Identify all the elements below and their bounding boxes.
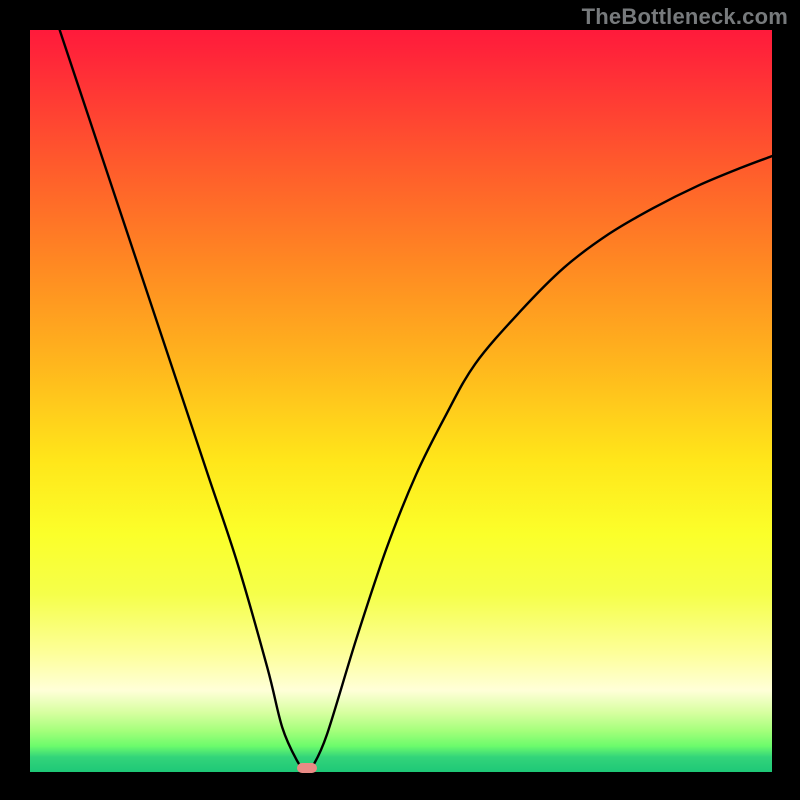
plot-area bbox=[30, 30, 772, 772]
curve-layer bbox=[30, 30, 772, 772]
optimum-marker bbox=[297, 763, 317, 773]
bottleneck-curve bbox=[60, 30, 772, 771]
watermark-text: TheBottleneck.com bbox=[582, 4, 788, 30]
chart-frame: TheBottleneck.com bbox=[0, 0, 800, 800]
